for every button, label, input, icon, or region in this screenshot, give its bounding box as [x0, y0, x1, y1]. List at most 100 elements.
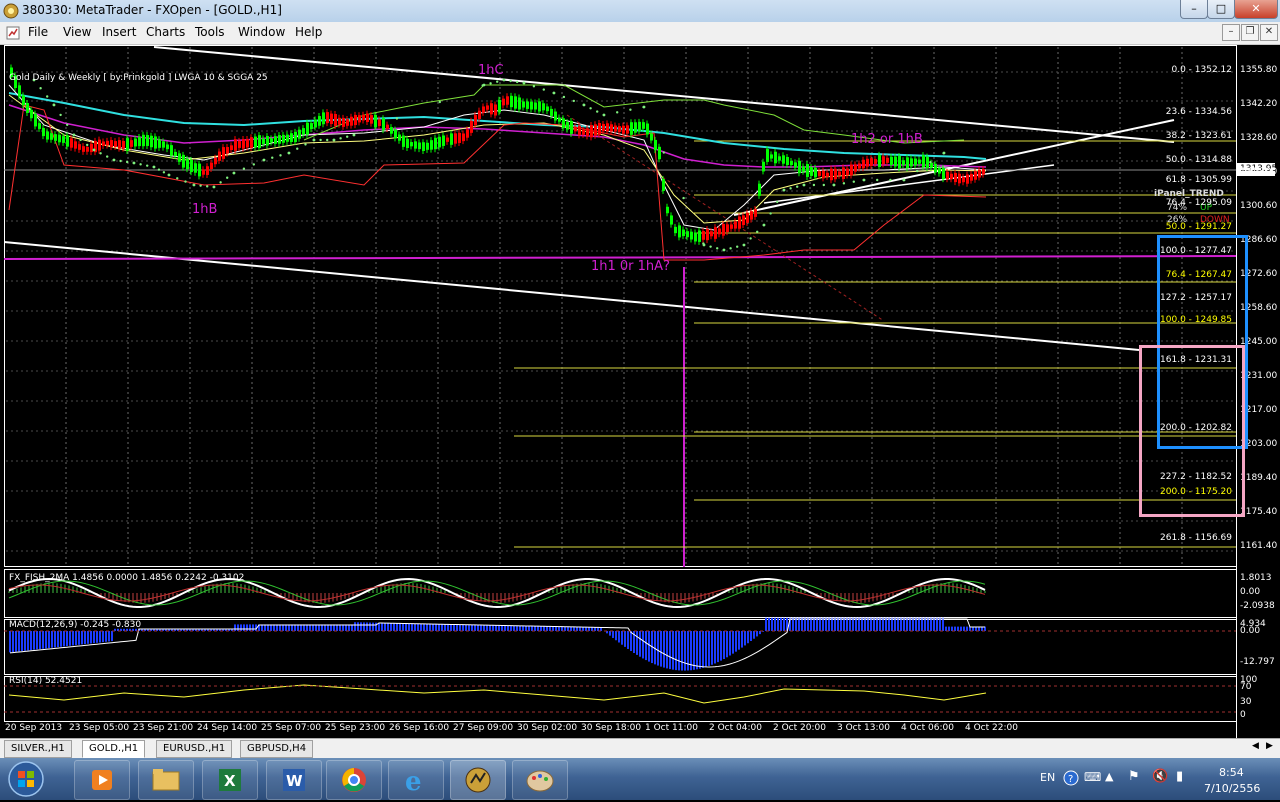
- chart-restore-button[interactable]: ❐: [1241, 24, 1259, 41]
- menu-insert[interactable]: Insert: [102, 25, 136, 39]
- candle-body: [58, 134, 61, 143]
- candle-body: [222, 147, 225, 159]
- sar-dot: [916, 169, 919, 173]
- menu-file[interactable]: File: [28, 25, 48, 39]
- candle-body: [474, 114, 477, 126]
- help-icon[interactable]: ?: [1063, 770, 1079, 786]
- fibonacci-lines: [514, 140, 1236, 548]
- time-axis-label: 2 Oct 04:00: [709, 723, 762, 733]
- tab-gbpusd-h4[interactable]: GBPUSD,H4: [240, 740, 314, 758]
- taskbar-paint[interactable]: [512, 760, 568, 800]
- candle-body: [970, 173, 973, 181]
- candle-body: [710, 231, 713, 237]
- chart-close-button[interactable]: ✕: [1260, 24, 1278, 41]
- tab-eurusd-h1[interactable]: EURUSD.,H1: [156, 740, 233, 758]
- rsi-pane-frame: [4, 676, 1237, 722]
- candle-body: [154, 136, 157, 149]
- sar-dot: [106, 155, 109, 158]
- sar-dot: [802, 183, 805, 187]
- show-hidden-icons-icon[interactable]: ▲: [1105, 770, 1113, 783]
- paint-icon: [526, 770, 554, 792]
- sar-dot: [271, 156, 274, 159]
- close-button[interactable]: ✕: [1234, 0, 1278, 19]
- candle-body: [930, 162, 933, 168]
- chart-canvas: [4, 45, 1275, 738]
- language-indicator[interactable]: EN: [1040, 771, 1055, 784]
- sar-dot: [602, 113, 605, 117]
- candle-body: [786, 156, 789, 166]
- taskbar-media-player[interactable]: [74, 760, 130, 800]
- chart-document-icon[interactable]: [6, 26, 20, 40]
- candle-body: [906, 157, 909, 169]
- menu-help[interactable]: Help: [295, 25, 322, 39]
- menu-tools[interactable]: Tools: [195, 25, 225, 39]
- candle-body: [382, 118, 385, 131]
- network-icon[interactable]: ▮: [1176, 769, 1183, 784]
- volume-muted-icon[interactable]: 🔇: [1152, 769, 1168, 784]
- taskbar-metatrader[interactable]: [450, 760, 506, 800]
- candle-body: [254, 136, 257, 148]
- chart-minimize-button[interactable]: –: [1222, 24, 1240, 41]
- candle-body: [782, 155, 785, 164]
- clock-time[interactable]: 8:54: [1219, 766, 1244, 779]
- candle-body: [178, 153, 181, 162]
- sar-dot: [876, 178, 879, 182]
- candle-body: [506, 96, 509, 105]
- time-axis-label: 3 Oct 13:00: [837, 723, 890, 733]
- keyboard-icon[interactable]: ⌨: [1084, 770, 1101, 784]
- candle-body: [262, 138, 265, 145]
- time-axis-label: 4 Oct 22:00: [965, 723, 1018, 733]
- taskbar-ie[interactable]: e: [388, 760, 444, 800]
- time-axis-label: 24 Sep 14:00: [197, 723, 258, 733]
- taskbar-explorer[interactable]: [138, 760, 194, 800]
- tab-scroll-left-icon[interactable]: ◀: [1252, 741, 1259, 751]
- candle-body: [466, 129, 469, 138]
- candle-body: [530, 101, 533, 110]
- candle-body: [858, 163, 861, 169]
- menu-window[interactable]: Window: [238, 25, 285, 39]
- sar-dot: [582, 103, 585, 107]
- action-center-flag-icon[interactable]: ⚑: [1128, 769, 1140, 784]
- chart-area[interactable]: Gold Daily & Weekly [ by:Prinkgold ] LWG…: [4, 45, 1277, 738]
- fish-label: FX_FISH_2MA 1.4856 0.0000 1.4856 0.2242 …: [9, 573, 245, 583]
- taskbar-chrome[interactable]: [326, 760, 382, 800]
- fib-level-label: 261.8 - 1156.69: [1160, 533, 1232, 543]
- candle-body: [66, 135, 69, 147]
- candle-body: [982, 168, 985, 175]
- maximize-button[interactable]: □: [1207, 0, 1235, 19]
- candle-body: [690, 231, 693, 240]
- candle-body: [198, 163, 201, 177]
- sar-dot: [929, 160, 932, 164]
- clock-date[interactable]: 7/10/2556: [1204, 782, 1260, 795]
- candle-body: [726, 224, 729, 233]
- taskbar-word[interactable]: W: [266, 760, 322, 800]
- title-bar: 380330: MetaTrader - FXOpen - [GOLD.,H1]…: [0, 0, 1280, 22]
- sar-dot: [167, 173, 171, 177]
- menu-view[interactable]: View: [63, 25, 91, 39]
- taskbar-excel[interactable]: X: [202, 760, 258, 800]
- candle-body: [406, 138, 409, 148]
- candle-body: [394, 129, 397, 139]
- tab-scroll-right-icon[interactable]: ▶: [1266, 741, 1273, 751]
- minimize-button[interactable]: –: [1180, 0, 1208, 19]
- svg-text:W: W: [286, 772, 303, 790]
- candle-body: [554, 111, 557, 121]
- candle-body: [846, 168, 849, 176]
- candle-body: [894, 156, 897, 167]
- menu-charts[interactable]: Charts: [146, 25, 185, 39]
- candle-body: [870, 158, 873, 166]
- candle-body: [542, 103, 545, 111]
- candle-body: [274, 136, 277, 144]
- tab-gold-h1[interactable]: GOLD.,H1: [82, 740, 146, 758]
- candle-body: [354, 114, 357, 126]
- candle-body: [102, 141, 105, 146]
- candle-body: [298, 129, 301, 139]
- minimize-icon: –: [1191, 2, 1197, 15]
- sar-dot: [395, 117, 399, 120]
- candle-body: [706, 229, 709, 241]
- candle-body: [922, 155, 925, 168]
- time-axis-label: 26 Sep 16:00: [389, 723, 450, 733]
- stop-line-red: [8, 104, 987, 261]
- tab-silver-h1[interactable]: SILVER.,H1: [4, 740, 72, 758]
- start-button-icon[interactable]: [6, 760, 46, 798]
